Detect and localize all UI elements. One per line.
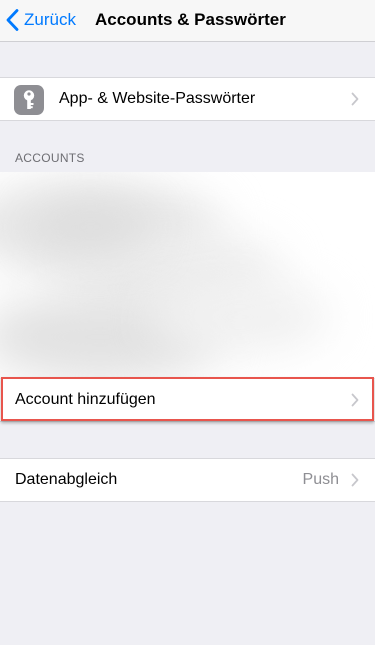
accounts-section-header: ACCOUNTS xyxy=(15,151,85,165)
back-button[interactable]: Zurück xyxy=(6,6,76,34)
passwords-row[interactable]: App- & Website-Passwörter xyxy=(0,78,375,120)
passwords-row-label: App- & Website-Passwörter xyxy=(59,90,256,107)
fetch-row-value: Push xyxy=(302,471,339,488)
add-account-group: Account hinzufügen xyxy=(0,378,375,422)
key-icon xyxy=(14,85,44,115)
navigation-bar: Zurück Accounts & Passwörter xyxy=(0,0,375,42)
fetch-group: Datenabgleich Push xyxy=(0,458,375,502)
page-title: Accounts & Passwörter xyxy=(95,10,286,29)
accounts-list-blurred xyxy=(0,172,375,378)
chevron-right-icon xyxy=(351,92,359,106)
add-account-row[interactable]: Account hinzufügen xyxy=(0,379,375,421)
fetch-row-label: Datenabgleich xyxy=(15,471,118,488)
passwords-group: App- & Website-Passwörter xyxy=(0,77,375,121)
back-button-label: Zurück xyxy=(24,10,76,29)
chevron-right-icon xyxy=(351,473,359,487)
fetch-row[interactable]: Datenabgleich Push xyxy=(0,459,375,501)
chevron-left-icon xyxy=(6,9,19,31)
add-account-label: Account hinzufügen xyxy=(15,391,156,408)
chevron-right-icon xyxy=(351,393,359,407)
